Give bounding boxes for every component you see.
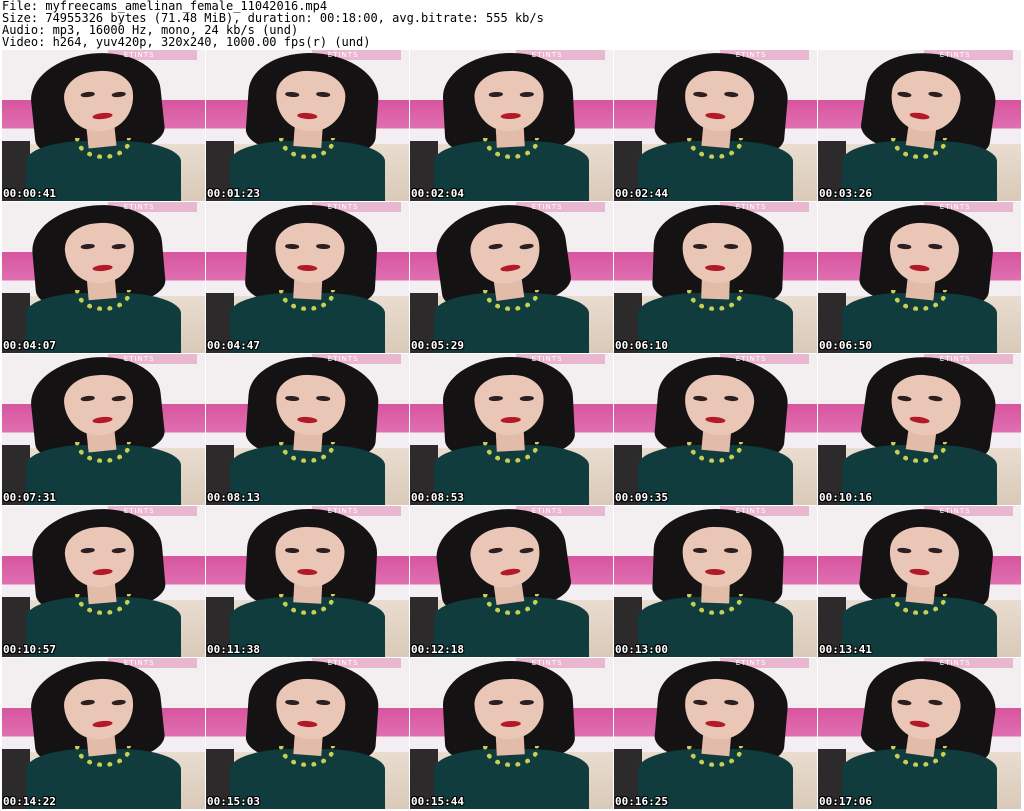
video-thumbnail: ETINTS 00:15:03 [206,658,409,809]
thumbnail-timestamp: 00:16:25 [615,795,668,808]
thumbnail-timestamp: 00:05:29 [411,339,464,352]
thumbnail-timestamp: 00:09:35 [615,491,668,504]
file-info-header: File: myfreecams_amelinan_female_1104201… [2,0,1022,48]
thumbnail-timestamp: 00:07:31 [3,491,56,504]
banner-text: ETINTS [123,659,155,667]
video-thumbnail: ETINTS 00:12:18 [410,506,613,657]
thumbnail-timestamp: 00:11:38 [207,643,260,656]
video-thumbnail: ETINTS 00:08:53 [410,354,613,505]
banner-text: ETINTS [327,51,359,59]
thumbnail-timestamp: 00:00:41 [3,187,56,200]
video-thumbnail: ETINTS 00:09:35 [614,354,817,505]
right-eye [723,244,738,250]
banner-text: ETINTS [531,203,563,211]
video-thumbnail: ETINTS 00:04:07 [2,202,205,353]
thumbnail-timestamp: 00:14:22 [3,795,56,808]
banner-text: ETINTS [735,659,767,667]
thumbnail-timestamp: 00:02:44 [615,187,668,200]
video-thumbnail: ETINTS 00:16:25 [614,658,817,809]
banner-text: ETINTS [531,659,563,667]
banner-text: ETINTS [123,51,155,59]
banner-text: ETINTS [939,507,971,515]
video-info-line: Video: h264, yuv420p, 320x240, 1000.00 f… [2,35,371,49]
thumbnail-timestamp: 00:10:57 [3,643,56,656]
video-thumbnail: ETINTS 00:17:06 [818,658,1021,809]
video-thumbnail: ETINTS 00:00:41 [2,50,205,201]
thumbnail-timestamp: 00:06:50 [819,339,872,352]
banner-text: ETINTS [939,51,971,59]
banner-text: ETINTS [735,507,767,515]
banner-text: ETINTS [939,355,971,363]
video-thumbnail: ETINTS 00:13:41 [818,506,1021,657]
video-thumbnail: ETINTS 00:02:44 [614,50,817,201]
video-thumbnail: ETINTS 00:10:16 [818,354,1021,505]
thumbnail-timestamp: 00:02:04 [411,187,464,200]
left-eye [693,548,708,554]
video-thumbnail: ETINTS 00:13:00 [614,506,817,657]
banner-text: ETINTS [327,659,359,667]
video-thumbnail: ETINTS 00:01:23 [206,50,409,201]
thumbnail-timestamp: 00:08:53 [411,491,464,504]
thumbnail-timestamp: 00:12:18 [411,643,464,656]
banner-text: ETINTS [327,507,359,515]
video-thumbnail: ETINTS 00:14:22 [2,658,205,809]
video-thumbnail: ETINTS 00:02:04 [410,50,613,201]
thumbnail-timestamp: 00:15:44 [411,795,464,808]
thumbnail-timestamp: 00:01:23 [207,187,260,200]
banner-text: ETINTS [531,507,563,515]
banner-text: ETINTS [123,203,155,211]
thumbnail-timestamp: 00:08:13 [207,491,260,504]
thumbnail-timestamp: 00:04:07 [3,339,56,352]
banner-text: ETINTS [123,355,155,363]
video-thumbnail: ETINTS 00:11:38 [206,506,409,657]
banner-text: ETINTS [327,203,359,211]
thumbnail-grid: ETINTS 00:00:41 ETINTS 00:01:23 ETINTS 00:02:… [2,50,1022,810]
video-thumbnail: ETINTS 00:04:47 [206,202,409,353]
banner-text: ETINTS [123,507,155,515]
thumbnail-timestamp: 00:15:03 [207,795,260,808]
video-thumbnail: ETINTS 00:08:13 [206,354,409,505]
thumbnail-timestamp: 00:04:47 [207,339,260,352]
banner-text: ETINTS [735,51,767,59]
video-thumbnail: ETINTS 00:15:44 [410,658,613,809]
banner-text: ETINTS [735,203,767,211]
thumbnail-timestamp: 00:10:16 [819,491,872,504]
video-thumbnail: ETINTS 00:10:57 [2,506,205,657]
right-eye [723,548,738,554]
video-thumbnail: ETINTS 00:06:50 [818,202,1021,353]
banner-text: ETINTS [735,355,767,363]
banner-text: ETINTS [531,355,563,363]
video-thumbnail: ETINTS 00:03:26 [818,50,1021,201]
video-thumbnail: ETINTS 00:07:31 [2,354,205,505]
banner-text: ETINTS [327,355,359,363]
banner-text: ETINTS [531,51,563,59]
left-eye [693,244,708,250]
thumbnail-timestamp: 00:13:41 [819,643,872,656]
thumbnail-timestamp: 00:03:26 [819,187,872,200]
banner-text: ETINTS [939,203,971,211]
thumbnail-timestamp: 00:13:00 [615,643,668,656]
video-thumbnail: ETINTS 00:05:29 [410,202,613,353]
banner-text: ETINTS [939,659,971,667]
video-thumbnail: ETINTS 00:06:10 [614,202,817,353]
thumbnail-timestamp: 00:06:10 [615,339,668,352]
thumbnail-timestamp: 00:17:06 [819,795,872,808]
